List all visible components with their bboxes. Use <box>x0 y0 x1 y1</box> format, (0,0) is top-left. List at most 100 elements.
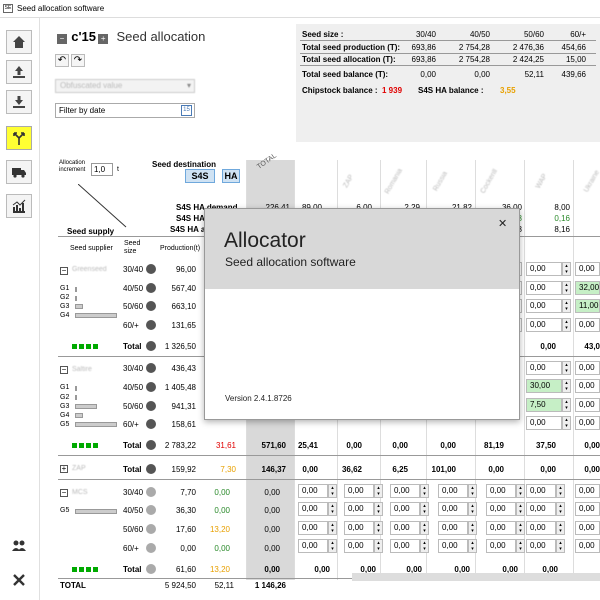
alloc-input[interactable]: 0,00 <box>486 539 516 553</box>
alloc-input[interactable]: 0,00 <box>526 281 562 295</box>
spinner[interactable]: ▴ ▾ <box>420 484 429 498</box>
alloc-input[interactable]: 0,00 <box>298 502 328 516</box>
collapse-left-icon[interactable]: − <box>57 34 67 44</box>
spinner[interactable]: ▴ ▾ <box>468 502 477 516</box>
reports-button[interactable] <box>6 194 32 218</box>
users-button[interactable] <box>11 538 27 554</box>
collapse-group-button[interactable]: − <box>60 366 68 374</box>
spinner[interactable]: ▴ ▾ <box>374 521 383 535</box>
alloc-input[interactable]: 0,00 <box>438 484 468 498</box>
allocation-button[interactable] <box>6 126 32 150</box>
spinner[interactable]: ▴ ▾ <box>468 484 477 498</box>
alloc-input[interactable]: 0,00 <box>298 539 328 553</box>
spinner[interactable]: ▴ ▾ <box>562 361 571 375</box>
spinner[interactable]: ▴ ▾ <box>556 502 565 516</box>
spinner[interactable]: ▴ ▾ <box>516 502 525 516</box>
spinner[interactable]: ▴ ▾ <box>374 484 383 498</box>
alloc-input[interactable]: 11,00 <box>575 299 600 313</box>
alloc-input[interactable]: 30,00 <box>526 379 562 393</box>
spinner[interactable]: ▴ ▾ <box>374 502 383 516</box>
alloc-input[interactable]: 0,00 <box>575 539 600 553</box>
alloc-input[interactable]: 0,00 <box>438 521 468 535</box>
alloc-input[interactable]: 0,00 <box>526 539 556 553</box>
spinner[interactable]: ▴ ▾ <box>562 398 571 412</box>
alloc-input[interactable]: 0,00 <box>526 262 562 276</box>
season-dropdown[interactable]: Obfuscated value ▾ <box>55 79 195 93</box>
alloc-input[interactable]: 0,00 <box>344 502 374 516</box>
spinner[interactable]: ▴ ▾ <box>420 539 429 553</box>
settings-button[interactable] <box>11 572 27 588</box>
spinner[interactable]: ▴ ▾ <box>328 521 337 535</box>
alloc-input[interactable]: 0,00 <box>298 521 328 535</box>
alloc-input[interactable]: 0,00 <box>575 262 600 276</box>
spinner[interactable]: ▴ ▾ <box>328 502 337 516</box>
alloc-input[interactable]: 0,00 <box>390 521 420 535</box>
alloc-input[interactable]: 0,00 <box>575 318 600 332</box>
alloc-input[interactable]: 0,00 <box>298 484 328 498</box>
spinner[interactable]: ▴ ▾ <box>468 539 477 553</box>
date-filter-input[interactable]: Filter by date 15 <box>55 103 195 118</box>
s4s-tag[interactable]: S4S <box>185 169 215 183</box>
calendar-icon[interactable]: 15 <box>181 105 192 116</box>
alloc-input[interactable]: 0,00 <box>438 502 468 516</box>
alloc-input[interactable]: 0,00 <box>575 398 600 412</box>
alloc-input[interactable]: 0,00 <box>344 521 374 535</box>
upload-button[interactable] <box>6 60 32 84</box>
close-icon[interactable]: ✕ <box>498 217 507 230</box>
alloc-input[interactable]: 0,00 <box>390 502 420 516</box>
spinner[interactable]: ▴ ▾ <box>562 299 571 313</box>
alloc-input[interactable]: 0,00 <box>575 502 600 516</box>
ha-tag[interactable]: HA <box>222 169 240 183</box>
spinner[interactable]: ▴ ▾ <box>562 262 571 276</box>
alloc-input[interactable]: 0,00 <box>575 521 600 535</box>
alloc-input[interactable]: 0,00 <box>344 539 374 553</box>
redo-button[interactable]: ↷ <box>71 54 85 67</box>
spinner[interactable]: ▴ ▾ <box>562 379 571 393</box>
alloc-input[interactable]: 0,00 <box>390 539 420 553</box>
alloc-input[interactable]: 0,00 <box>390 484 420 498</box>
shipping-button[interactable] <box>6 160 32 184</box>
spinner[interactable]: ▴ ▾ <box>516 521 525 535</box>
spinner[interactable]: ▴ ▾ <box>562 416 571 430</box>
spinner[interactable]: ▴ ▾ <box>516 539 525 553</box>
alloc-input[interactable]: 0,00 <box>575 379 600 393</box>
alloc-input[interactable]: 0,00 <box>575 361 600 375</box>
alloc-input[interactable]: 0,00 <box>526 416 562 430</box>
collapse-group-button[interactable]: − <box>60 489 68 497</box>
alloc-input[interactable]: 0,00 <box>526 521 556 535</box>
alloc-input[interactable]: 0,00 <box>575 416 600 430</box>
spinner[interactable]: ▴ ▾ <box>556 521 565 535</box>
spinner[interactable]: ▴ ▾ <box>374 539 383 553</box>
alloc-input[interactable]: 0,00 <box>486 521 516 535</box>
alloc-input[interactable]: 0,00 <box>438 539 468 553</box>
alloc-increment-input[interactable]: 1,0 <box>91 163 113 176</box>
spinner[interactable]: ▴ ▾ <box>328 484 337 498</box>
spinner[interactable]: ▴ ▾ <box>556 539 565 553</box>
spinner[interactable]: ▴ ▾ <box>328 539 337 553</box>
alloc-input[interactable]: 0,00 <box>575 484 600 498</box>
alloc-input[interactable]: 32,00 <box>575 281 600 295</box>
alloc-input[interactable]: 0,00 <box>344 484 374 498</box>
expand-right-icon[interactable]: + <box>98 34 109 44</box>
download-button[interactable] <box>6 90 32 114</box>
spinner[interactable]: ▴ ▾ <box>420 521 429 535</box>
spinner[interactable]: ▴ ▾ <box>556 484 565 498</box>
alloc-input[interactable]: 0,00 <box>526 484 556 498</box>
alloc-input[interactable]: 0,00 <box>526 502 556 516</box>
alloc-input[interactable]: 0,00 <box>526 318 562 332</box>
alloc-input[interactable]: 7,50 <box>526 398 562 412</box>
spinner[interactable]: ▴ ▾ <box>516 484 525 498</box>
alloc-input[interactable]: 0,00 <box>486 484 516 498</box>
alloc-input[interactable]: 0,00 <box>526 361 562 375</box>
alloc-input[interactable]: 0,00 <box>486 502 516 516</box>
expand-group-button[interactable]: + <box>60 465 68 473</box>
home-button[interactable] <box>6 30 32 54</box>
spinner[interactable]: ▴ ▾ <box>562 318 571 332</box>
collapse-group-button[interactable]: − <box>60 267 68 275</box>
horizontal-scrollbar[interactable] <box>352 573 600 581</box>
undo-button[interactable]: ↶ <box>55 54 69 67</box>
spinner[interactable]: ▴ ▾ <box>420 502 429 516</box>
spinner[interactable]: ▴ ▾ <box>468 521 477 535</box>
alloc-input[interactable]: 0,00 <box>526 299 562 313</box>
spinner[interactable]: ▴ ▾ <box>562 281 571 295</box>
